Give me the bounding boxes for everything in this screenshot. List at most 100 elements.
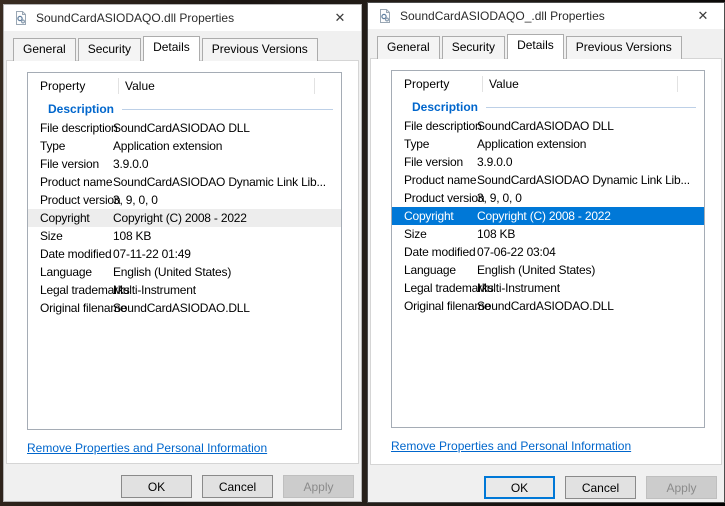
property-value: 07-11-22 01:49: [113, 247, 191, 261]
cancel-button[interactable]: Cancel: [565, 476, 636, 499]
remove-properties-link[interactable]: Remove Properties and Personal Informati…: [27, 441, 267, 455]
property-row[interactable]: File descriptionSoundCardASIODAO DLL: [392, 117, 704, 135]
property-value: SoundCardASIODAO.DLL: [477, 299, 614, 313]
property-row[interactable]: Original filenameSoundCardASIODAO.DLL: [28, 299, 341, 317]
property-row[interactable]: Product version3, 9, 0, 0: [392, 189, 704, 207]
column-header-property: Property: [28, 79, 118, 93]
group-header-description: Description: [28, 99, 341, 119]
group-divider: [122, 109, 333, 110]
ok-button[interactable]: OK: [484, 476, 555, 499]
close-icon[interactable]: ✕: [688, 4, 718, 28]
tab-general[interactable]: General: [377, 36, 440, 59]
property-value: 108 KB: [477, 227, 515, 241]
property-value: Multi-Instrument: [113, 283, 196, 297]
property-row[interactable]: Size108 KB: [28, 227, 341, 245]
property-row[interactable]: TypeApplication extension: [392, 135, 704, 153]
rows-container: File descriptionSoundCardASIODAO DLLType…: [392, 117, 704, 315]
details-tab-page: Property Value Description File descript…: [370, 58, 722, 465]
column-separator: [677, 76, 678, 92]
property-name: File description: [392, 119, 477, 133]
dll-file-icon: [13, 10, 29, 26]
property-value: Application extension: [477, 137, 586, 151]
property-row[interactable]: Legal trademarksMulti-Instrument: [392, 279, 704, 297]
list-header: Property Value: [392, 71, 704, 97]
tab-details[interactable]: Details: [143, 36, 200, 61]
tab-previous-versions[interactable]: Previous Versions: [202, 38, 318, 61]
property-row[interactable]: CopyrightCopyright (C) 2008 - 2022: [392, 207, 704, 225]
property-row[interactable]: File descriptionSoundCardASIODAO DLL: [28, 119, 341, 137]
property-name: Type: [28, 139, 113, 153]
property-name: Product name: [392, 173, 477, 187]
properties-list[interactable]: Property Value Description File descript…: [391, 70, 705, 428]
tab-details[interactable]: Details: [507, 34, 564, 59]
property-row[interactable]: Original filenameSoundCardASIODAO.DLL: [392, 297, 704, 315]
column-header-value: Value: [119, 79, 314, 93]
tab-bar: General Security Details Previous Versio…: [368, 29, 724, 59]
button-bar: OK Cancel Apply: [4, 464, 361, 501]
property-value: 3, 9, 0, 0: [477, 191, 522, 205]
property-row[interactable]: Legal trademarksMulti-Instrument: [28, 281, 341, 299]
tab-security[interactable]: Security: [442, 36, 505, 59]
ok-button[interactable]: OK: [121, 475, 192, 498]
property-value: SoundCardASIODAO Dynamic Link Lib...: [113, 175, 326, 189]
property-row[interactable]: File version3.9.0.0: [28, 155, 341, 173]
property-value: 3.9.0.0: [477, 155, 512, 169]
property-name: Product version: [392, 191, 477, 205]
window-title: SoundCardASIODAQO_.dll Properties: [400, 9, 605, 23]
property-name: Type: [392, 137, 477, 151]
property-value: Multi-Instrument: [477, 281, 560, 295]
property-name: Size: [392, 227, 477, 241]
property-name: Size: [28, 229, 113, 243]
property-row[interactable]: Product nameSoundCardASIODAO Dynamic Lin…: [392, 171, 704, 189]
tab-previous-versions[interactable]: Previous Versions: [566, 36, 682, 59]
property-row[interactable]: Date modified07-06-22 03:04: [392, 243, 704, 261]
group-label: Description: [48, 102, 114, 116]
column-header-value: Value: [483, 77, 677, 91]
list-header: Property Value: [28, 73, 341, 99]
group-header-description: Description: [392, 97, 704, 117]
button-bar: OK Cancel Apply: [368, 465, 724, 502]
property-row[interactable]: Date modified07-11-22 01:49: [28, 245, 341, 263]
property-name: Original filename: [28, 301, 113, 315]
property-value: 3, 9, 0, 0: [113, 193, 158, 207]
property-row[interactable]: File version3.9.0.0: [392, 153, 704, 171]
property-name: Original filename: [392, 299, 477, 313]
properties-list[interactable]: Property Value Description File descript…: [27, 72, 342, 430]
group-divider: [486, 107, 696, 108]
property-row[interactable]: CopyrightCopyright (C) 2008 - 2022: [28, 209, 341, 227]
property-row[interactable]: Product nameSoundCardASIODAO Dynamic Lin…: [28, 173, 341, 191]
property-value: English (United States): [477, 263, 595, 277]
remove-properties-link[interactable]: Remove Properties and Personal Informati…: [391, 439, 631, 453]
tab-bar: General Security Details Previous Versio…: [4, 31, 361, 61]
close-icon[interactable]: ✕: [325, 6, 355, 30]
property-value: 108 KB: [113, 229, 151, 243]
titlebar[interactable]: SoundCardASIODAQO_.dll Properties ✕: [368, 3, 724, 29]
property-name: Language: [28, 265, 113, 279]
tab-security[interactable]: Security: [78, 38, 141, 61]
properties-dialog-right: SoundCardASIODAQO_.dll Properties ✕ Gene…: [367, 2, 725, 503]
properties-dialog-left: SoundCardASIODAQO.dll Properties ✕ Gener…: [3, 4, 362, 502]
property-name: Copyright: [392, 209, 477, 223]
property-value: Application extension: [113, 139, 222, 153]
property-row[interactable]: TypeApplication extension: [28, 137, 341, 155]
titlebar[interactable]: SoundCardASIODAQO.dll Properties ✕: [4, 5, 361, 31]
property-name: Legal trademarks: [28, 283, 113, 297]
cancel-button[interactable]: Cancel: [202, 475, 273, 498]
details-tab-page: Property Value Description File descript…: [6, 60, 359, 464]
dll-file-icon: [377, 8, 393, 24]
apply-button[interactable]: Apply: [646, 476, 717, 499]
property-value: SoundCardASIODAO Dynamic Link Lib...: [477, 173, 690, 187]
property-value: 07-06-22 03:04: [477, 245, 556, 259]
column-header-property: Property: [392, 77, 482, 91]
property-name: Legal trademarks: [392, 281, 477, 295]
tab-general[interactable]: General: [13, 38, 76, 61]
column-separator: [314, 78, 315, 94]
apply-button[interactable]: Apply: [283, 475, 354, 498]
property-name: Copyright: [28, 211, 113, 225]
property-row[interactable]: Size108 KB: [392, 225, 704, 243]
property-row[interactable]: LanguageEnglish (United States): [28, 263, 341, 281]
property-value: 3.9.0.0: [113, 157, 148, 171]
property-name: File description: [28, 121, 113, 135]
property-row[interactable]: Product version3, 9, 0, 0: [28, 191, 341, 209]
property-row[interactable]: LanguageEnglish (United States): [392, 261, 704, 279]
